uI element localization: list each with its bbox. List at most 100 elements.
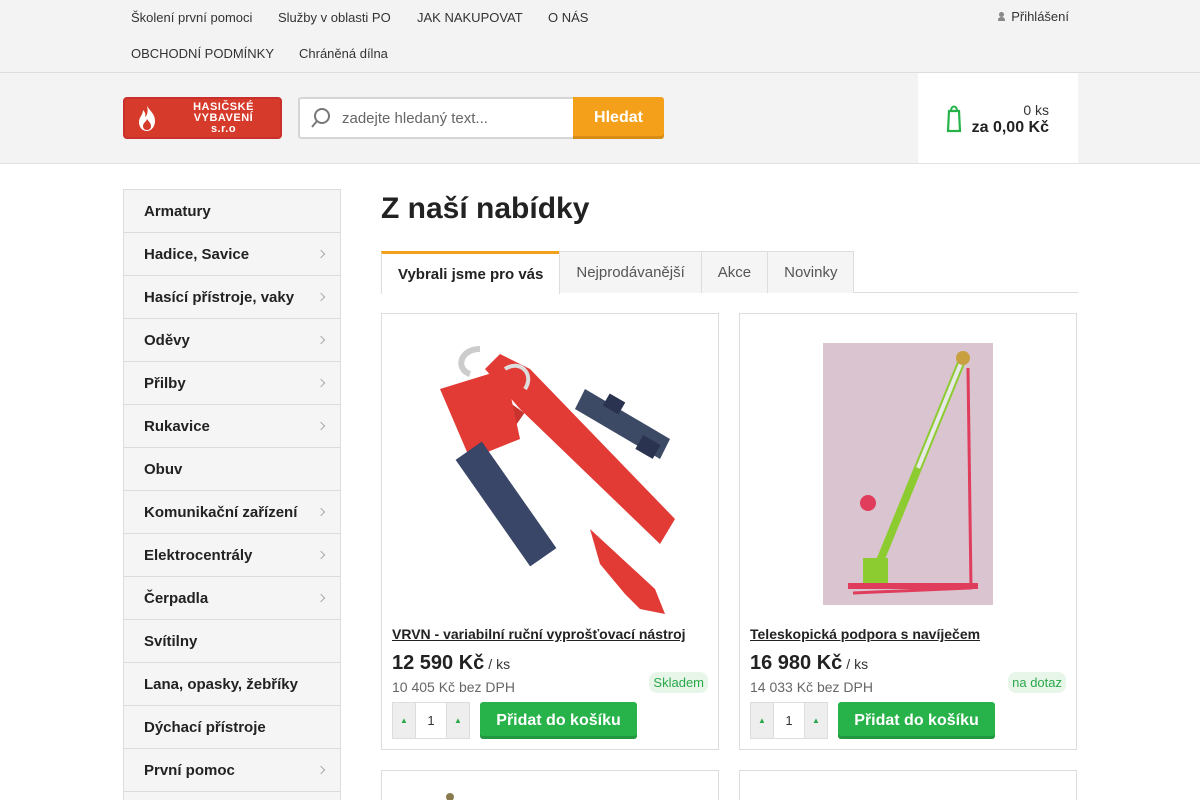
logo-line-2: VYBAVENÍ [193, 111, 254, 124]
availability-badge: na dotaz [1008, 672, 1066, 693]
tab-vybrali[interactable]: Vybrali jsme pro vás [381, 251, 561, 294]
login-link[interactable]: Přihlášení [998, 9, 1069, 24]
product-name-link[interactable]: VRVN - variabilní ruční vyprošťovací nás… [392, 626, 686, 642]
search-icon [311, 108, 330, 128]
sidebar-item-label: Lana, opasky, žebříky [144, 675, 298, 693]
sidebar-item-prvni-pomoc[interactable]: První pomoc [124, 749, 340, 792]
price-value: 16 980 Kč [750, 652, 843, 674]
sidebar-item-rukavice[interactable]: Rukavice [124, 405, 340, 448]
quantity-stepper: ▲ 1 ▲ [750, 702, 828, 739]
chevron-right-icon [316, 378, 326, 388]
nav-link-skoleni[interactable]: Školení první pomoci [131, 10, 252, 25]
nav-link-o-nas[interactable]: O NÁS [548, 10, 588, 25]
sidebar-item-obuv[interactable]: Obuv [124, 448, 340, 491]
logo-text: HASIČSKÉ VYBAVENÍ s.r.o [171, 100, 280, 135]
increment-button[interactable]: ▲ [805, 703, 827, 738]
nav-link-chranena-dilna[interactable]: Chráněná dílna [299, 46, 388, 61]
sidebar-item-label: Hadice, Savice [144, 245, 250, 263]
search-button[interactable]: Hledat [573, 97, 664, 139]
sidebar-item-elektrocentraly[interactable]: Elektrocentrály [124, 534, 340, 577]
price-without-vat: 10 405 Kč bez DPH [392, 679, 515, 695]
sidebar-item-label: Svítilny [144, 632, 198, 650]
user-icon [998, 12, 1006, 21]
product-card [739, 770, 1077, 800]
chevron-right-icon [316, 550, 326, 560]
sidebar-item-odevy[interactable]: Oděvy [124, 319, 340, 362]
sidebar-item-label: Čerpadla [144, 589, 209, 607]
product-image-partial[interactable] [382, 771, 718, 800]
chevron-right-icon [316, 249, 326, 259]
chevron-right-icon [316, 593, 326, 603]
category-sidebar: Armatury Hadice, Savice Hasící přístroje… [123, 189, 341, 800]
minus-icon: ▲ [758, 716, 766, 725]
search-field[interactable] [298, 97, 573, 139]
sidebar-item-hasici-pristroje[interactable]: Hasící přístroje, vaky [124, 276, 340, 319]
tab-novinky[interactable]: Novinky [767, 251, 855, 293]
chevron-right-icon [316, 292, 326, 302]
cart-total: za 0,00 Kč [971, 119, 1049, 136]
price-without-vat: 14 033 Kč bez DPH [750, 679, 873, 695]
sidebar-item-label: Oděvy [144, 331, 190, 349]
cart-quantity: 0 ks [1023, 102, 1049, 118]
availability-badge: Skladem [649, 672, 708, 693]
search-input[interactable] [342, 109, 562, 127]
sidebar-item-cerpadla[interactable]: Čerpadla [124, 577, 340, 620]
search-bar: Hledat [298, 97, 664, 139]
rescue-tool-image [440, 346, 675, 614]
quantity-input[interactable]: 1 [415, 703, 447, 738]
tab-akce[interactable]: Akce [700, 251, 769, 293]
increment-button[interactable]: ▲ [447, 703, 469, 738]
cart-widget[interactable]: 0 ks za 0,00 Kč [918, 73, 1078, 163]
product-name-link[interactable]: Teleskopická podpora s navíječem [750, 626, 980, 642]
quantity-input[interactable]: 1 [773, 703, 805, 738]
product-card: VRVN - variabilní ruční vyprošťovací nás… [381, 313, 719, 750]
decrement-button[interactable]: ▲ [751, 703, 773, 738]
login-label: Přihlášení [1011, 9, 1069, 24]
sidebar-item-prilby[interactable]: Přilby [124, 362, 340, 405]
sidebar-item-label: Armatury [144, 202, 211, 220]
add-to-cart-button[interactable]: Přidat do košíku [480, 702, 637, 739]
sidebar-item-more[interactable] [124, 792, 340, 800]
product-price: 16 980 Kč / ks [750, 652, 868, 675]
logo[interactable]: HASIČSKÉ VYBAVENÍ s.r.o [123, 97, 282, 139]
sidebar-item-lana[interactable]: Lana, opasky, žebříky [124, 663, 340, 706]
price-unit: / ks [846, 656, 869, 672]
top-navigation: Školení první pomoci Služby v oblasti PO… [0, 0, 1200, 73]
tab-nejprodavanejsi[interactable]: Nejprodávanější [559, 251, 702, 293]
sidebar-item-label: Elektrocentrály [144, 546, 253, 564]
price-value: 12 590 Kč [392, 652, 485, 674]
logo-line-1: HASIČSKÉ [193, 100, 254, 113]
sidebar-item-svitilny[interactable]: Svítilny [124, 620, 340, 663]
quantity-stepper: ▲ 1 ▲ [392, 702, 470, 739]
product-image[interactable] [382, 324, 718, 624]
price-unit: / ks [488, 656, 511, 672]
plus-icon: ▲ [454, 716, 462, 725]
plus-icon: ▲ [812, 716, 820, 725]
sidebar-item-komunikacni[interactable]: Komunikační zařízení [124, 491, 340, 534]
product-card [381, 770, 719, 800]
chevron-right-icon [316, 507, 326, 517]
chevron-right-icon [316, 335, 326, 345]
sidebar-item-hadice[interactable]: Hadice, Savice [124, 233, 340, 276]
decrement-button[interactable]: ▲ [393, 703, 415, 738]
sidebar-item-label: Přilby [144, 374, 186, 392]
flame-icon [139, 105, 155, 131]
product-card: Teleskopická podpora s navíječem 16 980 … [739, 313, 1077, 750]
sidebar-item-label: Hasící přístroje, vaky [144, 288, 295, 306]
sidebar-item-label: Obuv [144, 460, 183, 478]
sidebar-item-armatury[interactable]: Armatury [124, 190, 340, 233]
product-image[interactable] [740, 324, 1076, 624]
add-to-cart-button[interactable]: Přidat do košíku [838, 702, 995, 739]
minus-icon: ▲ [400, 716, 408, 725]
logo-line-3: s.r.o [210, 122, 237, 135]
nav-link-jak-nakupovat[interactable]: JAK NAKUPOVAT [417, 10, 523, 25]
sidebar-item-dychaci[interactable]: Dýchací přístroje [124, 706, 340, 749]
cart-icon [946, 105, 962, 133]
chevron-right-icon [316, 765, 326, 775]
telescopic-support-image [823, 343, 993, 605]
product-price: 12 590 Kč / ks [392, 652, 510, 675]
nav-link-sluzby[interactable]: Služby v oblasti PO [278, 10, 391, 25]
sidebar-item-label: Dýchací přístroje [144, 718, 266, 736]
nav-link-obchodni-podminky[interactable]: OBCHODNÍ PODMÍNKY [131, 46, 274, 61]
page-title: Z naší nabídky [381, 192, 590, 225]
